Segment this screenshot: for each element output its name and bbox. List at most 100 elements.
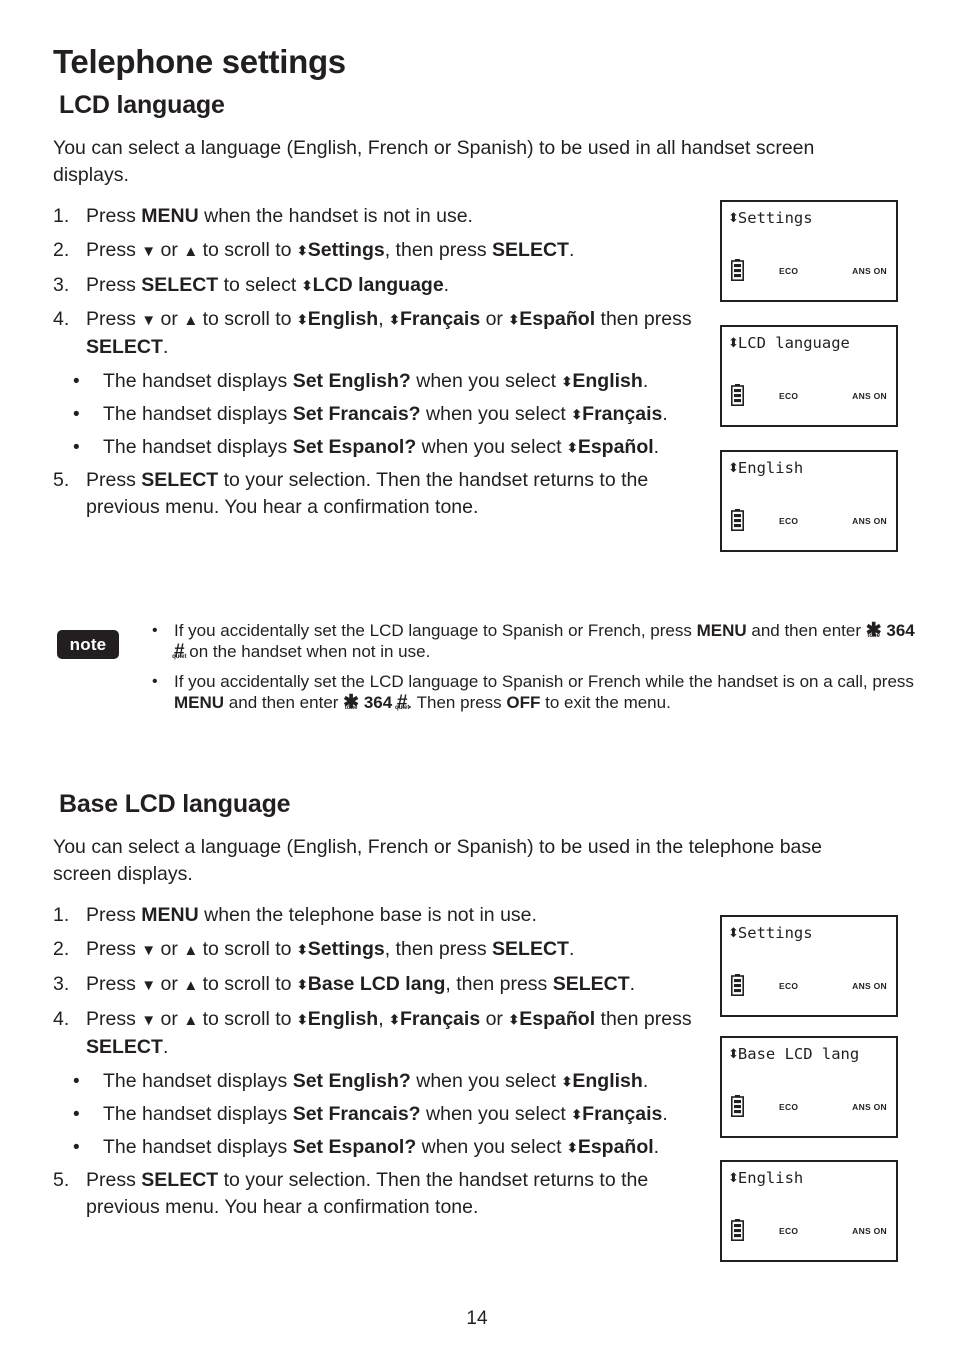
lcd-menu-title: ⬍Settings <box>728 209 813 227</box>
updown-arrow-icon: ⬍ <box>728 1047 739 1062</box>
bullet-dot-icon: • <box>73 404 80 425</box>
step-text: Press ▼ or ▲ to scroll to ⬍Base LCD lang… <box>86 973 636 995</box>
step-text: Press SELECT to your selection. Then the… <box>86 1169 649 1218</box>
step-number: 4. <box>53 308 70 330</box>
note-item: • If you accidentally set the LCD langua… <box>146 620 916 662</box>
section-intro-base-lcd-language: You can select a language (English, Fren… <box>53 836 822 885</box>
note-text: If you accidentally set the LCD language… <box>172 620 915 662</box>
step-text: Press ▼ or ▲ to scroll to ⬍Settings, the… <box>86 239 575 261</box>
updown-arrow-icon: ⬍ <box>728 211 739 226</box>
bullet-list: • The handset displays Set English? when… <box>53 1068 713 1161</box>
bullet-list: • The handset displays Set English? when… <box>53 368 713 461</box>
bullet-dot-icon: • <box>73 1071 80 1092</box>
lcd-ans-on-indicator: ANS ON <box>852 266 887 276</box>
lcd-screen-english-handset: ⬍English ECO ANS ON <box>720 450 898 552</box>
lcd-eco-indicator: ECO <box>779 1102 799 1112</box>
battery-icon <box>731 1219 744 1241</box>
step-number: 1. <box>53 205 70 227</box>
step-number: 3. <box>53 274 70 296</box>
step-text: Press ▼ or ▲ to scroll to ⬍English, ⬍Fra… <box>86 1008 692 1058</box>
bullet-item: • The handset displays Set Francais? whe… <box>67 401 713 428</box>
updown-arrow-icon: ⬍ <box>728 926 739 941</box>
battery-icon <box>731 974 744 996</box>
lcd-eco-indicator: ECO <box>779 1226 799 1236</box>
lcd-screen-english-base: ⬍English ECO ANS ON <box>720 1160 898 1262</box>
lcd-screen-lcd-language: ⬍LCD language ECO ANS ON <box>720 325 898 427</box>
step-number: 5. <box>53 1169 70 1191</box>
updown-arrow-icon: ⬍ <box>728 336 739 351</box>
step-text: Press SELECT to select ⬍LCD language. <box>86 274 450 296</box>
lcd-ans-on-indicator: ANS ON <box>852 516 887 526</box>
lcd-menu-title: ⬍Base LCD lang <box>728 1045 860 1063</box>
bullet-dot-icon: • <box>152 673 158 690</box>
bullet-dot-icon: • <box>73 1137 80 1158</box>
battery-icon <box>731 384 744 406</box>
lcd-eco-indicator: ECO <box>779 391 799 401</box>
bullet-text: The handset displays Set Francais? when … <box>103 403 668 425</box>
lcd-eco-indicator: ECO <box>779 266 799 276</box>
bullet-text: The handset displays Set Espanol? when y… <box>103 436 660 458</box>
section-heading-lcd-language: LCD language <box>59 91 225 119</box>
step-item: 5. Press SELECT to your selection. Then … <box>53 1167 713 1221</box>
bullet-item: • The handset displays Set Espanol? when… <box>67 1134 713 1161</box>
step-number: 5. <box>53 469 70 491</box>
lcd-ans-on-indicator: ANS ON <box>852 981 887 991</box>
lcd-menu-title: ⬍English <box>728 459 804 477</box>
bullet-item: • The handset displays Set English? when… <box>67 368 713 395</box>
section-heading-base-lcd-language: Base LCD language <box>59 790 291 818</box>
battery-icon <box>731 509 744 531</box>
updown-arrow-icon: ⬍ <box>728 1171 739 1186</box>
step-item: 1. Press MENU when the telephone base is… <box>53 902 713 929</box>
bullet-text: The handset displays Set Espanol? when y… <box>103 1136 660 1158</box>
lcd-screen-base-lcd-lang: ⬍Base LCD lang ECO ANS ON <box>720 1036 898 1138</box>
bullet-item: • The handset displays Set English? when… <box>67 1068 713 1095</box>
step-text: Press MENU when the telephone base is no… <box>86 904 537 926</box>
step-number: 2. <box>53 239 70 261</box>
page-title: Telephone settings <box>53 43 346 80</box>
step-item: 3. Press SELECT to select ⬍LCD language. <box>53 272 713 299</box>
step-text: Press ▼ or ▲ to scroll to ⬍English, ⬍Fra… <box>86 308 692 358</box>
step-item: 5. Press SELECT to your selection. Then … <box>53 467 713 521</box>
bullet-dot-icon: • <box>73 371 80 392</box>
lcd-ans-on-indicator: ANS ON <box>852 1226 887 1236</box>
lcd-menu-title: ⬍English <box>728 1169 804 1187</box>
page-number: 14 <box>466 1308 488 1329</box>
note-text: If you accidentally set the LCD language… <box>174 672 914 713</box>
battery-icon <box>731 259 744 281</box>
steps-list-lcd-language: 1. Press MENU when the handset is not in… <box>53 203 713 528</box>
step-text: Press SELECT to your selection. Then the… <box>86 469 649 518</box>
note-list: • If you accidentally set the LCD langua… <box>146 620 916 722</box>
bullet-item: • The handset displays Set Francais? whe… <box>67 1101 713 1128</box>
lcd-eco-indicator: ECO <box>779 981 799 991</box>
step-item: 2. Press ▼ or ▲ to scroll to ⬍Settings, … <box>53 936 713 964</box>
step-number: 2. <box>53 938 70 960</box>
lcd-screen-settings-base: ⬍Settings ECO ANS ON <box>720 915 898 1017</box>
section-intro-lcd-language: You can select a language (English, Fren… <box>53 137 815 186</box>
bullet-text: The handset displays Set Francais? when … <box>103 1103 668 1125</box>
lcd-menu-title: ⬍LCD language <box>728 334 850 352</box>
manual-page: Telephone settings LCD language You can … <box>0 0 954 1354</box>
step-item: 1. Press MENU when the handset is not in… <box>53 203 713 230</box>
battery-icon <box>731 1095 744 1117</box>
step-number: 1. <box>53 904 70 926</box>
lcd-eco-indicator: ECO <box>779 516 799 526</box>
bullet-dot-icon: • <box>73 1104 80 1125</box>
step-text: Press ▼ or ▲ to scroll to ⬍Settings, the… <box>86 938 575 960</box>
lcd-screen-settings-handset: ⬍Settings ECO ANS ON <box>720 200 898 302</box>
steps-list-base-lcd-language: 1. Press MENU when the telephone base is… <box>53 902 713 1228</box>
bullet-dot-icon: • <box>152 622 158 639</box>
updown-arrow-icon: ⬍ <box>728 461 739 476</box>
lcd-menu-title: ⬍Settings <box>728 924 813 942</box>
bullet-text: The handset displays Set English? when y… <box>103 1070 649 1092</box>
note-item: • If you accidentally set the LCD langua… <box>146 671 916 713</box>
step-item: 4. Press ▼ or ▲ to scroll to ⬍English, ⬍… <box>53 1006 713 1061</box>
bullet-dot-icon: • <box>73 437 80 458</box>
step-number: 4. <box>53 1008 70 1030</box>
step-item: 3. Press ▼ or ▲ to scroll to ⬍Base LCD l… <box>53 971 713 999</box>
bullet-text: The handset displays Set English? when y… <box>103 370 649 392</box>
step-item: 4. Press ▼ or ▲ to scroll to ⬍English, ⬍… <box>53 306 713 361</box>
lcd-ans-on-indicator: ANS ON <box>852 1102 887 1112</box>
note-badge: note <box>57 630 119 659</box>
step-number: 3. <box>53 973 70 995</box>
step-item: 2. Press ▼ or ▲ to scroll to ⬍Settings, … <box>53 237 713 265</box>
